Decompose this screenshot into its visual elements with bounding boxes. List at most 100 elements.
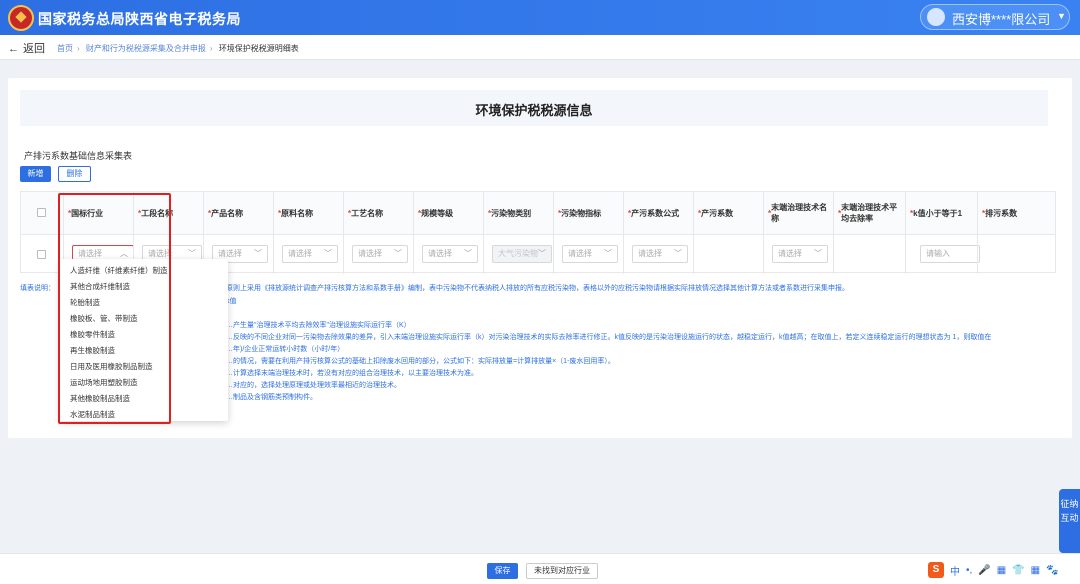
add-button[interactable]: 新增 <box>20 166 51 182</box>
breadcrumb: 首页 › 财产和行为税税源采集及合并申报 › 环境保护税税源明细表 <box>57 43 299 54</box>
chevron-down-icon: ﹀ <box>674 249 682 258</box>
chevron-down-icon: ﹀ <box>324 249 332 258</box>
column-header-discharge-coefficient: * 排污系数 <box>977 192 1055 234</box>
pollutant-category-select: 大气污染物 ﹀ <box>492 245 552 263</box>
keyboard-icon[interactable]: ▦ <box>997 565 1006 576</box>
note-line: 原则上采用《排放源统计调查产排污核算方法和系数手册》编制，表中污染物不代表纳税人… <box>226 285 849 292</box>
mascot-icon[interactable]: 🐾 <box>1046 565 1058 576</box>
page-title: 环境保护税税源信息 <box>475 103 593 118</box>
table-cell <box>833 234 905 274</box>
sogou-icon[interactable]: S <box>928 562 944 578</box>
column-header-text: 工段名称 <box>141 208 174 218</box>
process-select[interactable]: 请选择 ﹀ <box>352 245 408 263</box>
column-header-industry: * 国标行业 <box>63 192 133 234</box>
table-cell: 请选择 ﹀ <box>273 234 343 274</box>
breadcrumb-separator: › <box>209 44 213 53</box>
column-header-scale: * 规模等级 <box>413 192 483 234</box>
row-select-cell <box>21 234 63 274</box>
select-all-cell <box>21 192 63 234</box>
ime-toolbar: S 中 •, 🎤 ▦ 👕 ▦ 🐾 <box>928 561 1059 579</box>
dropdown-option[interactable]: 橡胶板、管、带制造 <box>70 313 138 324</box>
note-line: …的情况，需要在利用产排污核算公式的基础上扣除废水回用的部分，公式如下：实际排放… <box>226 358 615 365</box>
table-cell <box>693 234 763 274</box>
chevron-down-icon: ﹀ <box>254 249 262 258</box>
column-header-text: 产品名称 <box>211 208 244 218</box>
note-line: …对应的，选择处理原理或处理效率最相近的治理技术。 <box>226 382 401 389</box>
column-header-treatment-tech: * 末端治理技术名称 <box>763 192 833 234</box>
chevron-down-icon: ﹀ <box>464 249 472 258</box>
note-line: …制品及含钢筋类预制构件。 <box>226 394 317 401</box>
tax-emblem-icon <box>8 5 34 31</box>
row-checkbox[interactable] <box>37 250 46 259</box>
table-cell: 大气污染物 ﹀ <box>483 234 553 274</box>
not-found-industry-button[interactable]: 未找到对应行业 <box>526 563 598 579</box>
column-header-k-value: * k值小于等于1 <box>905 192 977 234</box>
dropdown-option[interactable]: 橡胶零件制造 <box>70 329 115 340</box>
column-header-process: * 工艺名称 <box>343 192 413 234</box>
pollutant-category-value: 大气污染物 <box>498 249 538 258</box>
industry-dropdown: 人造纤维（纤维素纤维）制造 其他合成纤维制造 轮胎制造 橡胶板、管、带制造 橡胶… <box>60 259 228 421</box>
interaction-widget[interactable]: 征纳互动 <box>1059 489 1080 553</box>
column-header-text: 规模等级 <box>421 208 454 218</box>
scale-select[interactable]: 请选择 ﹀ <box>422 245 478 263</box>
breadcrumb-tax-merge[interactable]: 财产和行为税税源采集及合并申报 <box>86 44 206 53</box>
formula-select[interactable]: 请选择 ﹀ <box>632 245 688 263</box>
column-header-section: * 工段名称 <box>133 192 203 234</box>
breadcrumb-separator: › <box>77 44 80 53</box>
breadcrumb-home[interactable]: 首页 <box>57 44 73 53</box>
k-value-placeholder: 请输入 <box>926 249 950 258</box>
table-cell: 请选择 ﹀ <box>343 234 413 274</box>
column-header-formula: * 产污系数公式 <box>623 192 693 234</box>
dropdown-option[interactable]: 运动场地用塑胶制造 <box>70 377 138 388</box>
back-button[interactable]: ← 返回 <box>8 40 45 56</box>
skin-icon[interactable]: 👕 <box>1012 565 1024 576</box>
dropdown-option[interactable]: 人造纤维（纤维素纤维）制造 <box>70 265 168 276</box>
save-button[interactable]: 保存 <box>487 563 518 579</box>
k-value-input[interactable]: 请输入 <box>920 245 980 263</box>
column-header-text: 末端治理技术平均去除率 <box>841 203 898 223</box>
column-header-product: * 产品名称 <box>203 192 273 234</box>
column-header-text: 国标行业 <box>71 208 104 218</box>
treatment-tech-select[interactable]: 请选择 ﹀ <box>772 245 828 263</box>
select-all-checkbox[interactable] <box>37 208 46 217</box>
dropdown-option[interactable]: 再生橡胶制造 <box>70 345 115 356</box>
user-menu[interactable]: 西安博****限公司 ▼ <box>920 4 1070 30</box>
chinese-mode-icon[interactable]: 中 <box>950 563 960 578</box>
toolbox-icon[interactable]: ▦ <box>1031 565 1040 576</box>
heading-band: 环境保护税税源信息 <box>20 90 1048 126</box>
chevron-down-icon: ﹀ <box>394 249 402 258</box>
chevron-down-icon: ﹀ <box>604 249 612 258</box>
scale-select-placeholder: 请选择 <box>428 249 452 258</box>
chevron-down-icon: ﹀ <box>814 249 822 258</box>
material-select-placeholder: 请选择 <box>288 249 312 258</box>
column-header-text: 产污系数 <box>701 208 734 218</box>
dropdown-option[interactable]: 水泥制品制造 <box>70 409 115 420</box>
microphone-icon[interactable]: 🎤 <box>978 565 990 576</box>
dropdown-option[interactable]: 日用及医用橡胶制品制造 <box>70 361 153 372</box>
material-select[interactable]: 请选择 ﹀ <box>282 245 338 263</box>
interaction-widget-label: 征纳互动 <box>1060 499 1079 523</box>
dropdown-option[interactable]: 其他合成纤维制造 <box>70 281 130 292</box>
formula-select-placeholder: 请选择 <box>638 249 662 258</box>
column-header-text: 工艺名称 <box>351 208 384 218</box>
note-line: …产生量"治理技术平均去除效率"治理设施实际运行率（K） <box>226 322 411 329</box>
dropdown-option[interactable]: 轮胎制造 <box>70 297 100 308</box>
column-header-text: 污染物指标 <box>561 208 602 218</box>
dropdown-option[interactable]: 其他橡胶制品制造 <box>70 393 130 404</box>
punctuation-icon[interactable]: •, <box>966 565 972 576</box>
back-label: 返回 <box>23 43 45 55</box>
column-header-pollutant-indicator: * 污染物指标 <box>553 192 623 234</box>
section-title: 产排污系数基础信息采集表 <box>24 151 133 161</box>
column-header-text: k值小于等于1 <box>913 208 963 218</box>
delete-button[interactable]: 删除 <box>58 166 91 182</box>
site-title: 国家税务总局陕西省电子税务局 <box>38 11 241 27</box>
pollutant-indicator-placeholder: 请选择 <box>568 249 592 258</box>
table-cell: 请选择 ﹀ <box>763 234 833 274</box>
table-cell <box>977 234 1055 274</box>
section-select-placeholder: 请选择 <box>148 249 172 258</box>
avatar <box>927 8 945 26</box>
column-header-text: 污染物类别 <box>491 208 532 218</box>
column-header-text: 产污系数公式 <box>631 208 680 218</box>
pollutant-indicator-select[interactable]: 请选择 ﹀ <box>562 245 618 263</box>
caret-down-icon: ▼ <box>1057 11 1066 21</box>
